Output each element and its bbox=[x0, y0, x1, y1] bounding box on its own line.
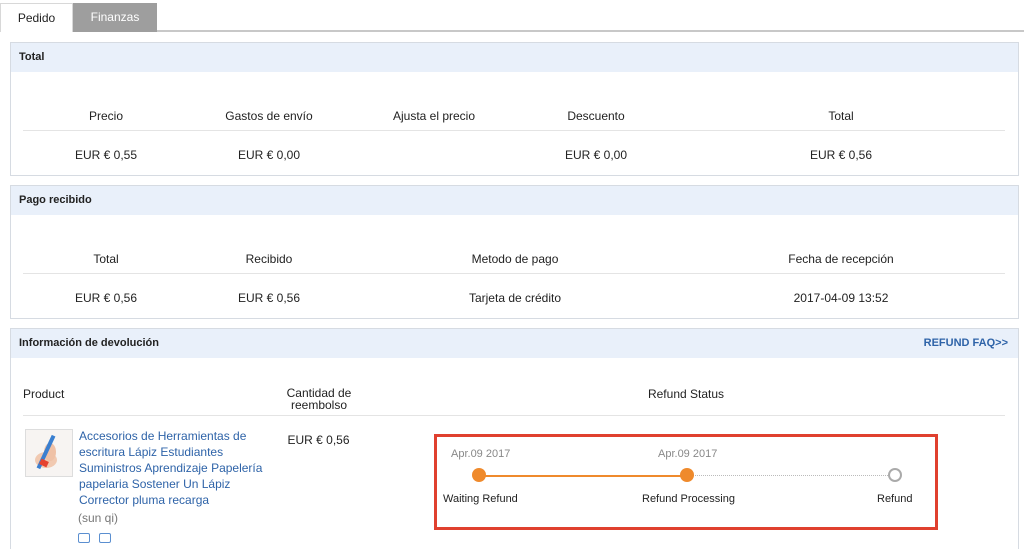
header-ajusta-precio: Ajusta el precio bbox=[392, 109, 476, 123]
total-panel: Total Precio Gastos de envío Ajusta el p… bbox=[10, 42, 1019, 176]
refund-amount: EUR € 0,56 bbox=[287, 433, 350, 447]
header-recibido: Recibido bbox=[245, 252, 293, 266]
payment-panel: Pago recibido Total Recibido Metodo de p… bbox=[10, 185, 1019, 319]
header-gastos-envio: Gastos de envío bbox=[225, 109, 313, 123]
progress-line-pending bbox=[689, 475, 894, 476]
message-icon[interactable] bbox=[99, 533, 111, 543]
step-label-waiting: Waiting Refund bbox=[443, 493, 518, 505]
value-descuento: EUR € 0,00 bbox=[564, 148, 628, 162]
header-refund-amount-line2: reembolso bbox=[290, 398, 348, 412]
step-date-processing: Apr.09 2017 bbox=[658, 448, 718, 460]
tab-bar: Pedido Finanzas bbox=[0, 0, 1024, 32]
step-date-waiting: Apr.09 2017 bbox=[451, 448, 511, 460]
seller-name: (sun qi) bbox=[78, 511, 119, 525]
value-metodo-pago: Tarjeta de crédito bbox=[468, 291, 562, 305]
step-dot-processing bbox=[680, 468, 694, 482]
value-recibido: EUR € 0,56 bbox=[237, 291, 301, 305]
step-dot-refund bbox=[888, 468, 902, 482]
value-fecha-recepcion: 2017-04-09 13:52 bbox=[793, 291, 889, 305]
refund-status-timeline: Apr.09 2017 Apr.09 2017 Waiting Refund R… bbox=[434, 434, 938, 530]
value-gastos-envio: EUR € 0,00 bbox=[237, 148, 301, 162]
product-thumbnail[interactable] bbox=[25, 429, 73, 477]
header-product: Product bbox=[23, 387, 65, 401]
header-refund-status: Refund Status bbox=[647, 387, 725, 401]
header-total: Total bbox=[828, 109, 854, 123]
divider bbox=[23, 130, 1005, 131]
divider bbox=[23, 273, 1005, 274]
refund-faq-link[interactable]: REFUND FAQ>> bbox=[924, 329, 1008, 358]
value-total: EUR € 0,56 bbox=[809, 148, 873, 162]
tab-finanzas[interactable]: Finanzas bbox=[73, 3, 157, 32]
shipping-icon[interactable] bbox=[78, 533, 90, 543]
refund-panel: Información de devolución REFUND FAQ>> P… bbox=[10, 328, 1019, 549]
header-fecha-recepcion: Fecha de recepción bbox=[788, 252, 894, 266]
pencil-grip-image bbox=[26, 430, 72, 476]
step-label-processing: Refund Processing bbox=[642, 493, 735, 505]
tab-pedido[interactable]: Pedido bbox=[0, 3, 73, 32]
product-link[interactable]: Accesorios de Herramientas de escritura … bbox=[79, 428, 279, 508]
step-label-refund: Refund bbox=[877, 493, 913, 505]
divider bbox=[23, 415, 1005, 416]
value-total: EUR € 0,56 bbox=[74, 291, 138, 305]
value-precio: EUR € 0,55 bbox=[74, 148, 138, 162]
step-dot-waiting bbox=[472, 468, 486, 482]
header-precio: Precio bbox=[88, 109, 123, 123]
header-metodo-pago: Metodo de pago bbox=[471, 252, 559, 266]
panel-header: Información de devolución REFUND FAQ>> bbox=[11, 329, 1018, 358]
header-total: Total bbox=[93, 252, 119, 266]
header-refund-amount: Cantidad de reembolso bbox=[269, 387, 369, 411]
panel-title: Información de devolución bbox=[19, 337, 159, 349]
progress-line-completed bbox=[479, 475, 689, 477]
panel-title: Pago recibido bbox=[11, 186, 1018, 215]
header-descuento: Descuento bbox=[567, 109, 625, 123]
panel-title: Total bbox=[11, 43, 1018, 72]
